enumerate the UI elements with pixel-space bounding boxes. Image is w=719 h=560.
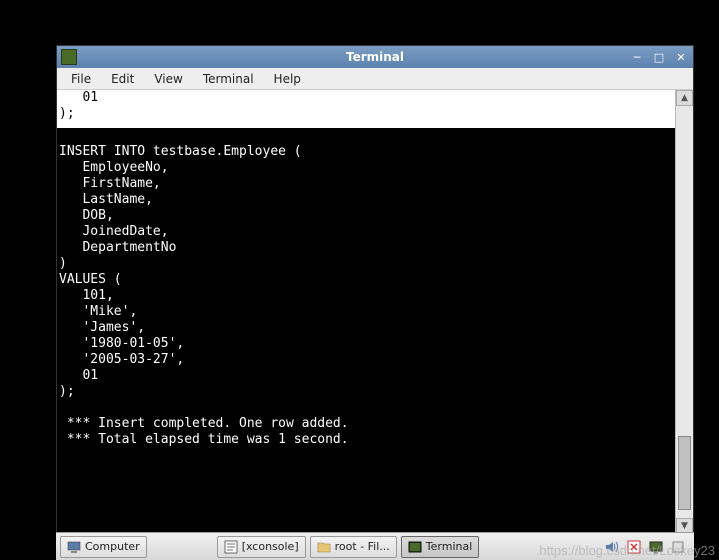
terminal-icon xyxy=(61,49,77,65)
terminal-window: Terminal ─ □ ✕ File Edit View Terminal H… xyxy=(56,45,694,535)
menu-view[interactable]: View xyxy=(146,70,190,88)
taskbar-rootfil-label: root - Fil... xyxy=(335,540,390,553)
taskbar-terminal-label: Terminal xyxy=(426,540,473,553)
menubar: File Edit View Terminal Help xyxy=(57,68,693,90)
window-controls: ─ □ ✕ xyxy=(629,50,689,64)
scrollbar: ▲ ▼ xyxy=(675,90,693,534)
folder-icon xyxy=(317,540,331,554)
xconsole-icon xyxy=(224,540,238,554)
scroll-up-button[interactable]: ▲ xyxy=(676,90,693,106)
close-button[interactable]: ✕ xyxy=(673,50,689,64)
watermark: https://blog.csdn.net/Lockey23 xyxy=(539,543,715,558)
menu-terminal[interactable]: Terminal xyxy=(195,70,262,88)
taskbar-computer-button[interactable]: Computer xyxy=(60,536,147,558)
computer-icon xyxy=(67,540,81,554)
titlebar[interactable]: Terminal ─ □ ✕ xyxy=(57,46,693,68)
menu-help[interactable]: Help xyxy=(266,70,309,88)
scroll-thumb[interactable] xyxy=(678,436,691,510)
minimize-button[interactable]: ─ xyxy=(629,50,645,64)
terminal-output[interactable]: INSERT INTO testbase.Employee ( Employee… xyxy=(57,90,675,534)
menu-edit[interactable]: Edit xyxy=(103,70,142,88)
maximize-button[interactable]: □ xyxy=(651,50,667,64)
terminal-output-top[interactable]: 01 ); xyxy=(57,90,675,128)
terminal-small-icon xyxy=(408,540,422,554)
terminal-body: 01 ); INSERT INTO testbase.Employee ( Em… xyxy=(57,90,693,534)
taskbar-xconsole-button[interactable]: [xconsole] xyxy=(217,536,306,558)
taskbar-terminal-button[interactable]: Terminal xyxy=(401,536,480,558)
scroll-track[interactable] xyxy=(676,106,693,518)
menu-file[interactable]: File xyxy=(63,70,99,88)
taskbar-rootfil-button[interactable]: root - Fil... xyxy=(310,536,397,558)
taskbar-computer-label: Computer xyxy=(85,540,140,553)
taskbar-xconsole-label: [xconsole] xyxy=(242,540,299,553)
window-title: Terminal xyxy=(57,50,693,64)
